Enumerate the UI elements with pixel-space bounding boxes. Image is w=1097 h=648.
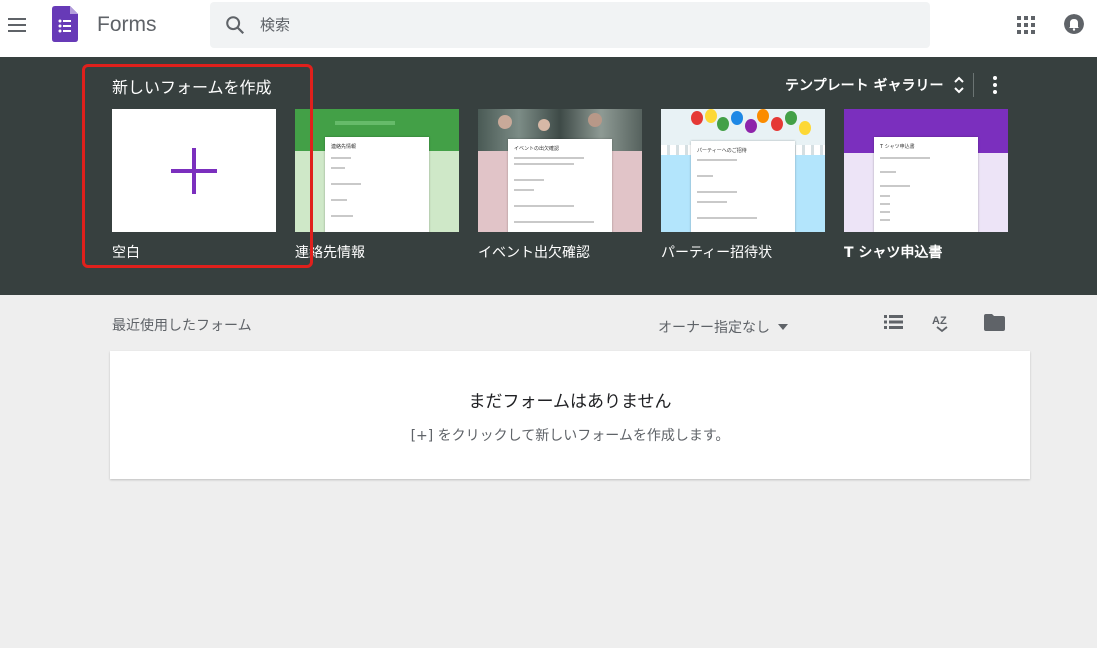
template-party-invite[interactable]: パーティーへのご招待 パーティー招待状 [661, 109, 825, 262]
template-event-rsvp[interactable]: イベントの出欠確認 イベント出欠確認 [478, 109, 642, 262]
template-gallery-button[interactable]: テンプレート ギャラリー [785, 74, 965, 96]
search-bar[interactable] [210, 2, 930, 48]
sheet-title: 連絡先情報 [331, 144, 357, 150]
template-label: 空白 [112, 245, 140, 261]
search-icon[interactable] [224, 14, 246, 36]
more-vert-icon[interactable] [988, 75, 1002, 95]
app-header: Forms [0, 0, 1097, 57]
sheet-title: T シャツ申込書 [880, 144, 915, 150]
template-thumbnail[interactable]: T シャツ申込書 [844, 109, 1008, 232]
divider [973, 73, 974, 97]
template-thumbnail[interactable] [112, 109, 276, 232]
sheet-title: イベントの出欠確認 [514, 146, 560, 152]
form-preview: T シャツ申込書 [874, 137, 978, 232]
folder-icon[interactable] [984, 314, 1005, 331]
sort-az-icon[interactable]: AZ [931, 313, 953, 333]
account-icon[interactable] [1064, 14, 1084, 34]
plus-icon [171, 148, 217, 194]
unfold-icon [954, 76, 965, 94]
empty-state-title: まだフォームはありません [468, 392, 672, 412]
template-thumbnail[interactable]: イベントの出欠確認 [478, 109, 642, 232]
recent-forms-title: 最近使用したフォーム [112, 318, 252, 334]
template-blank[interactable]: 空白 [112, 109, 276, 262]
panel-title: 新しいフォームを作成 [112, 78, 272, 97]
search-input[interactable] [260, 2, 900, 48]
template-tshirt-signup[interactable]: T シャツ申込書 T シャツ申込書 [844, 109, 1008, 262]
svg-text:AZ: AZ [932, 315, 947, 327]
apps-grid-icon[interactable] [1017, 16, 1035, 34]
gallery-label: テンプレート ギャラリー [785, 78, 944, 94]
template-contact-info[interactable]: 連絡先情報 連絡先情報 [295, 109, 459, 262]
form-preview: 連絡先情報 [325, 137, 429, 232]
forms-logo-icon[interactable] [52, 6, 78, 42]
owner-filter-dropdown[interactable]: オーナー指定なし [658, 317, 788, 337]
list-view-icon[interactable] [884, 314, 903, 330]
template-label: 連絡先情報 [295, 245, 365, 261]
sheet-title: パーティーへのご招待 [697, 148, 747, 154]
template-thumbnail[interactable]: 連絡先情報 [295, 109, 459, 232]
menu-icon[interactable] [6, 13, 30, 37]
template-panel: 新しいフォームを作成 テンプレート ギャラリー 空白 連絡先情報 連絡先情報 イ… [0, 57, 1097, 295]
app-name[interactable]: Forms [97, 13, 157, 37]
form-preview: パーティーへのご招待 [691, 141, 795, 232]
caret-down-icon [778, 324, 788, 330]
empty-state-card: まだフォームはありません [+] をクリックして新しいフォームを作成します。 [110, 351, 1030, 479]
empty-state-subtitle: [+] をクリックして新しいフォームを作成します。 [410, 428, 730, 444]
template-thumbnail[interactable]: パーティーへのご招待 [661, 109, 825, 232]
owner-filter-label: オーナー指定なし [658, 320, 770, 336]
template-label: パーティー招待状 [661, 245, 773, 261]
template-label: T シャツ申込書 [844, 245, 943, 261]
template-label: イベント出欠確認 [478, 245, 590, 261]
form-preview: イベントの出欠確認 [508, 139, 612, 232]
